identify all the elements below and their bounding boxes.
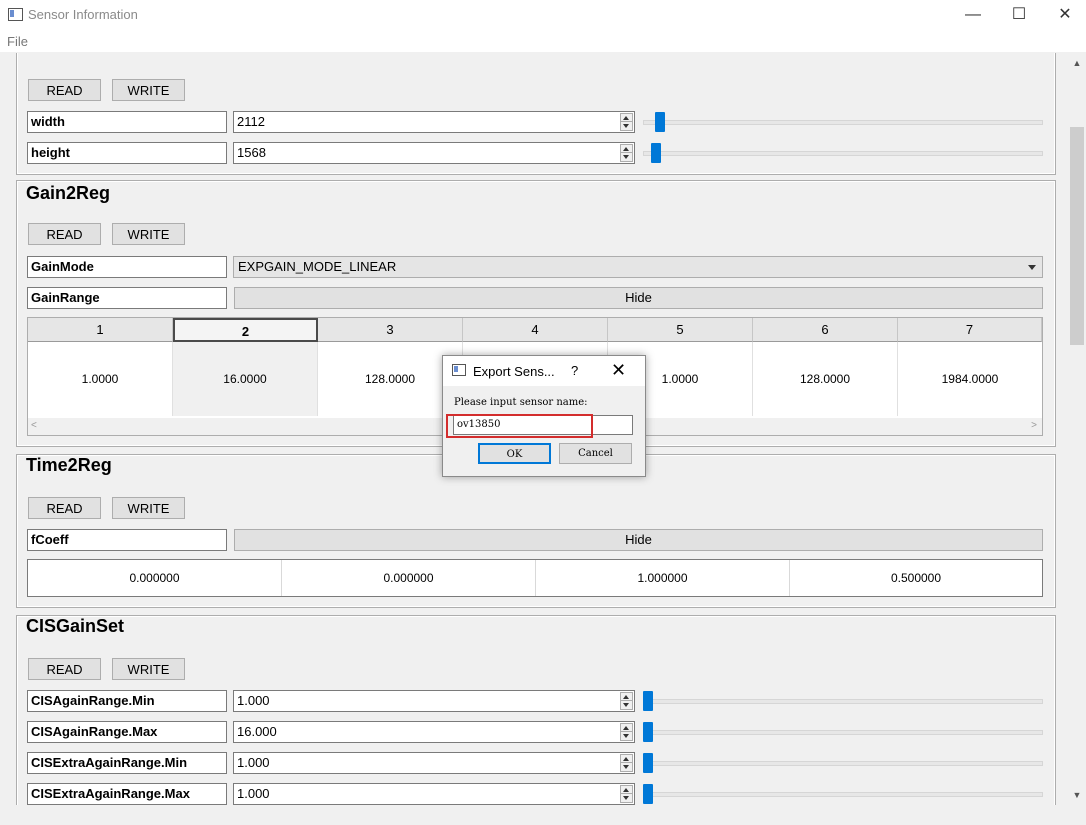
table-cell[interactable]: 1984.0000 <box>898 342 1042 416</box>
gain2reg-title: Gain2Reg <box>26 183 111 203</box>
dialog-app-icon <box>452 364 466 376</box>
gain2reg-write-button[interactable]: WRITE <box>112 223 185 245</box>
spin-arrows[interactable] <box>620 754 633 772</box>
time2reg-write-button[interactable]: WRITE <box>112 497 185 519</box>
scroll-up-icon[interactable]: ▲ <box>1068 55 1086 72</box>
size-read-button[interactable]: READ <box>28 79 101 101</box>
cis-again-min-slider[interactable] <box>643 690 1043 712</box>
cisgainset-title: CISGainSet <box>26 616 125 636</box>
fcoeff-label: fCoeff <box>27 529 227 551</box>
slider-handle[interactable] <box>643 753 653 773</box>
cis-extra-again-min-label: CISExtraAgainRange.Min <box>27 752 227 774</box>
gain-mode-label: GainMode <box>27 256 227 278</box>
gain-mode-value: EXPGAIN_MODE_LINEAR <box>238 259 397 274</box>
width-label: width <box>27 111 227 133</box>
dialog-prompt: Please input sensor name: <box>454 397 588 408</box>
table-header[interactable]: 4 <box>463 318 608 342</box>
cancel-button[interactable]: Cancel <box>559 443 632 464</box>
highlight-box <box>446 414 593 438</box>
cisgainset-read-button[interactable]: READ <box>28 658 101 680</box>
title-bar: Sensor Information — ☐ ✕ <box>0 0 1086 30</box>
cisgainset-group: CISGainSet READ WRITE CISAgainRange.Min … <box>16 615 1056 805</box>
spin-arrows[interactable] <box>620 692 633 710</box>
time2reg-read-button[interactable]: READ <box>28 497 101 519</box>
cis-again-min-label: CISAgainRange.Min <box>27 690 227 712</box>
window-title: Sensor Information <box>28 7 138 22</box>
ok-button[interactable]: OK <box>478 443 551 464</box>
cis-extra-again-min-spinbox[interactable]: 1.000 <box>233 752 635 774</box>
help-icon[interactable]: ? <box>571 363 578 378</box>
height-label: height <box>27 142 227 164</box>
spin-arrows[interactable] <box>620 723 633 741</box>
scroll-right-icon[interactable]: > <box>1031 420 1037 431</box>
slider-handle[interactable] <box>643 784 653 804</box>
time2reg-group: Time2Reg READ WRITE fCoeff Hide 0.000000… <box>16 454 1056 608</box>
gain-mode-select[interactable]: EXPGAIN_MODE_LINEAR <box>233 256 1043 278</box>
height-slider-handle[interactable] <box>651 143 661 163</box>
gain2reg-read-button[interactable]: READ <box>28 223 101 245</box>
cis-extra-again-max-value: 1.000 <box>237 786 270 801</box>
height-slider[interactable] <box>643 142 1043 164</box>
coeff-cell[interactable]: 1.000000 <box>536 560 790 596</box>
menu-bar: File <box>0 30 1086 52</box>
cis-extra-again-min-value: 1.000 <box>237 755 270 770</box>
table-header[interactable]: 7 <box>898 318 1042 342</box>
coeff-cell[interactable]: 0.500000 <box>790 560 1042 596</box>
slider-handle[interactable] <box>643 722 653 742</box>
close-button[interactable]: ✕ <box>1042 0 1086 30</box>
table-cell-selected[interactable]: 16.0000 <box>173 342 318 416</box>
app-icon <box>8 8 23 21</box>
cis-extra-again-min-slider[interactable] <box>643 752 1043 774</box>
dialog-title-bar: Export Sens... ? ✕ <box>443 356 645 386</box>
vertical-scrollbar[interactable]: ▲ ▼ <box>1068 53 1086 805</box>
chevron-down-icon <box>1028 265 1036 270</box>
coeff-cell[interactable]: 0.000000 <box>282 560 536 596</box>
width-spin-arrows[interactable] <box>620 113 633 131</box>
table-header-selected[interactable]: 2 <box>173 318 318 342</box>
maximize-button[interactable]: ☐ <box>996 0 1042 30</box>
dialog-title: Export Sens... <box>473 364 555 379</box>
cis-again-max-slider[interactable] <box>643 721 1043 743</box>
dialog-close-icon[interactable]: ✕ <box>611 360 626 381</box>
scrollbar-thumb[interactable] <box>1070 127 1084 345</box>
export-sensor-dialog: Export Sens... ? ✕ Please input sensor n… <box>442 355 646 477</box>
fcoeff-hide-button[interactable]: Hide <box>234 529 1043 551</box>
size-write-button[interactable]: WRITE <box>112 79 185 101</box>
table-header[interactable]: 5 <box>608 318 753 342</box>
width-slider[interactable] <box>643 111 1043 133</box>
height-value: 1568 <box>237 145 266 160</box>
cis-again-min-value: 1.000 <box>237 693 270 708</box>
cis-extra-again-max-label: CISExtraAgainRange.Max <box>27 783 227 805</box>
gain-range-hide-button[interactable]: Hide <box>234 287 1043 309</box>
cis-again-max-label: CISAgainRange.Max <box>27 721 227 743</box>
cis-again-max-spinbox[interactable]: 16.000 <box>233 721 635 743</box>
table-header[interactable]: 6 <box>753 318 898 342</box>
cis-extra-again-max-slider[interactable] <box>643 783 1043 805</box>
cis-extra-again-max-spinbox[interactable]: 1.000 <box>233 783 635 805</box>
table-header[interactable]: 3 <box>318 318 463 342</box>
fcoeff-table: 0.000000 0.000000 1.000000 0.500000 <box>27 559 1043 597</box>
cis-again-min-spinbox[interactable]: 1.000 <box>233 690 635 712</box>
coeff-cell[interactable]: 0.000000 <box>28 560 282 596</box>
width-slider-handle[interactable] <box>655 112 665 132</box>
cisgainset-write-button[interactable]: WRITE <box>112 658 185 680</box>
slider-handle[interactable] <box>643 691 653 711</box>
table-cell[interactable]: 1.0000 <box>28 342 173 416</box>
spin-arrows[interactable] <box>620 785 633 803</box>
width-value: 2112 <box>237 114 265 129</box>
time2reg-title: Time2Reg <box>26 455 112 475</box>
menu-file[interactable]: File <box>7 34 28 49</box>
table-header[interactable]: 1 <box>28 318 173 342</box>
size-group: READ WRITE width 2112 height 1568 <box>16 53 1056 175</box>
gain-range-label: GainRange <box>27 287 227 309</box>
width-spinbox[interactable]: 2112 <box>233 111 635 133</box>
scroll-down-icon[interactable]: ▼ <box>1068 787 1086 804</box>
status-bar <box>0 805 1086 825</box>
height-spin-arrows[interactable] <box>620 144 633 162</box>
minimize-button[interactable]: — <box>950 0 996 30</box>
table-cell[interactable]: 128.0000 <box>753 342 898 416</box>
height-spinbox[interactable]: 1568 <box>233 142 635 164</box>
scroll-left-icon[interactable]: < <box>31 420 37 431</box>
cis-again-max-value: 16.000 <box>237 724 277 739</box>
